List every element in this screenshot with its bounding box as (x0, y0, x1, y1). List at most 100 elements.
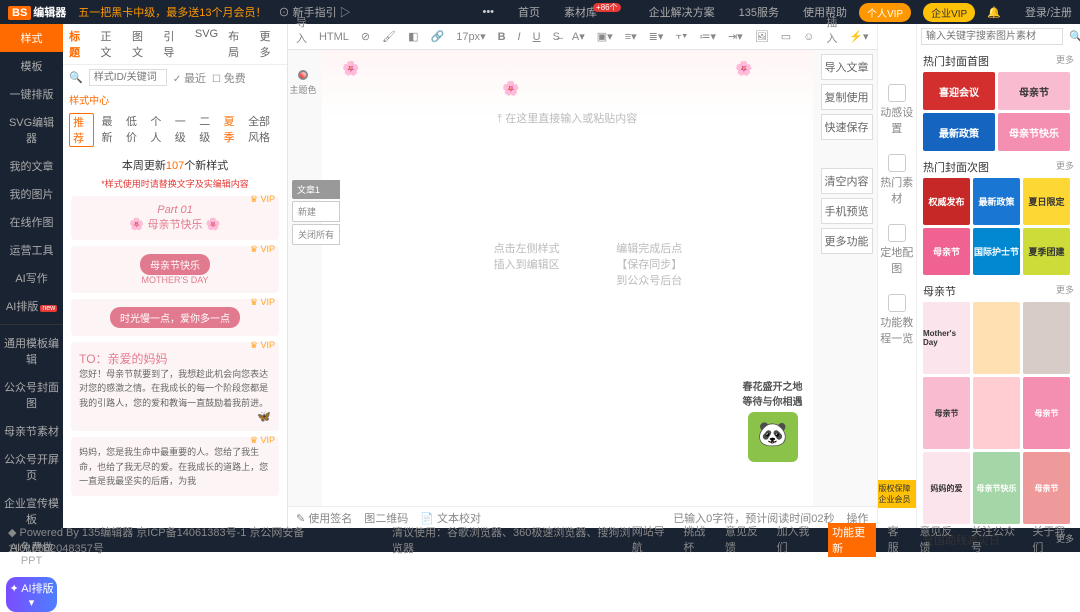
material-tile[interactable]: 母亲节快乐 (998, 113, 1070, 151)
action-import[interactable]: 导入文章 (821, 54, 873, 80)
bg-color-icon[interactable]: ▣▾ (595, 30, 615, 43)
action-copy[interactable]: 复制使用 (821, 84, 873, 110)
logo[interactable]: BS编辑器 (8, 4, 66, 20)
filter-all[interactable]: 全部风格 (248, 113, 281, 147)
nav-my-images[interactable]: 我的图片 (0, 180, 63, 208)
filter-l2[interactable]: 二级 (199, 113, 215, 147)
emoji-icon[interactable]: ☺ (801, 31, 816, 43)
nav-tools[interactable]: 运营工具 (0, 236, 63, 264)
material-tile[interactable]: 妈妈的爱 (923, 452, 970, 524)
promo-2[interactable]: ⊙ 新手指引 ▷ (279, 4, 351, 20)
link-icon[interactable]: 🔗 (429, 30, 447, 43)
tab-svg[interactable]: SVG (195, 28, 218, 60)
filter-cheap[interactable]: 低价 (126, 113, 142, 147)
rail-hot[interactable]: 热门素材 (878, 154, 916, 206)
more-link[interactable]: 更多 (1056, 53, 1074, 69)
eraser-icon[interactable]: ◧ (406, 30, 420, 43)
style-card-4[interactable]: ♛ VIP TO：亲爱的妈妈 您好！母亲节就要到了，我想趁此机会向您表达对您的感… (71, 342, 279, 431)
clear-format-icon[interactable]: ⊘ (359, 30, 372, 43)
rail-images[interactable]: 定地配图 (878, 224, 916, 276)
promo-1[interactable]: 五一把黑卡中级，最多送13个月会员！ (78, 4, 266, 20)
nav-service[interactable]: 135服务 (739, 4, 779, 20)
nav-template[interactable]: 模板 (0, 52, 63, 80)
material-tile[interactable] (973, 377, 1020, 449)
personal-vip-button[interactable]: 个人VIP (859, 3, 911, 22)
nav-online-draw[interactable]: 在线作图 (0, 208, 63, 236)
strike-icon[interactable]: S̶ (551, 31, 562, 43)
material-tile[interactable]: 最新政策 (923, 113, 995, 151)
more-link[interactable]: 更多 (1056, 283, 1074, 299)
nav-material[interactable]: 素材库+86个 (564, 4, 625, 20)
rail-effects[interactable]: 动感设置 (878, 84, 916, 136)
html-btn[interactable]: HTML (317, 31, 351, 43)
material-tile[interactable]: Mother's Day (923, 302, 970, 374)
filter-new[interactable]: 最新 (102, 113, 118, 147)
search-icon[interactable]: 🔍 (1063, 28, 1080, 45)
more-link[interactable]: 更多 (1056, 159, 1074, 175)
italic-icon[interactable]: I (516, 31, 523, 43)
nav-style[interactable]: 样式 (0, 24, 63, 52)
nav-svg-editor[interactable]: SVG编辑器 (0, 108, 63, 152)
action-preview[interactable]: 手机预览 (821, 198, 873, 224)
material-tile[interactable]: 母亲节快乐 (973, 452, 1020, 524)
bold-icon[interactable]: B (496, 31, 508, 43)
tab-body[interactable]: 正文 (101, 28, 122, 60)
nav-home[interactable]: 首页 (518, 4, 540, 20)
video-icon[interactable]: ▭ (779, 30, 793, 43)
material-tile[interactable]: 母亲节 (1023, 452, 1070, 524)
filter-personal[interactable]: 个人 (150, 113, 166, 147)
material-tile[interactable]: 国际护士节 (973, 228, 1020, 275)
tab-imgtext[interactable]: 图文 (132, 28, 153, 60)
material-tile[interactable]: 母亲节 (923, 228, 970, 275)
login-link[interactable]: 登录/注册 (1025, 4, 1072, 20)
action-more[interactable]: 更多功能 (821, 228, 873, 254)
nav-ai-write[interactable]: AI写作 (0, 264, 63, 292)
nav-b2[interactable]: 母亲节素材 (0, 417, 63, 445)
style-card-5[interactable]: ♛ VIP 妈妈，您是我生命中最重要的人。您给了我生命，也给了我无尽的爱。在我成… (71, 437, 279, 496)
font-color-icon[interactable]: A▾ (570, 30, 587, 43)
rail-vip-badge[interactable]: 版权保障企业会员 (878, 480, 916, 508)
free-check[interactable]: ☐ 免费 (212, 70, 246, 86)
nav-b0[interactable]: 通用模板编辑 (0, 329, 63, 373)
line-height-icon[interactable]: ≣▾ (647, 30, 666, 43)
tab-guide[interactable]: 引导 (163, 28, 184, 60)
nav-b1[interactable]: 公众号封面图 (0, 373, 63, 417)
filter-recommend[interactable]: 推荐 (69, 113, 93, 147)
action-save[interactable]: 快速保存 (821, 114, 873, 140)
doc-tab-1[interactable]: 文章1 (292, 180, 340, 199)
align-icon[interactable]: ≡▾ (623, 30, 639, 43)
indent-icon[interactable]: ⇥▾ (726, 30, 745, 43)
underline-icon[interactable]: U (531, 31, 543, 43)
nav-my-articles[interactable]: 我的文章 (0, 152, 63, 180)
material-tile[interactable] (973, 302, 1020, 374)
tab-layout[interactable]: 布局 (228, 28, 249, 60)
tab-more[interactable]: 更多 (260, 28, 281, 60)
material-search-input[interactable] (921, 28, 1063, 45)
rail-tutorial[interactable]: 功能教程一览 (878, 294, 916, 346)
enterprise-vip-button[interactable]: 企业VIP (923, 3, 975, 22)
material-tile[interactable]: 母亲节 (998, 72, 1070, 110)
brush-icon[interactable]: 🖌 (380, 30, 398, 43)
style-center-link[interactable]: 样式中心 (69, 92, 109, 107)
style-card-3[interactable]: ♛ VIP 时光慢一点，爱你多一点 (71, 299, 279, 336)
material-tile[interactable]: 夏季团建 (1023, 228, 1070, 275)
material-tile[interactable]: 最新政策 (973, 178, 1020, 225)
style-card-2[interactable]: ♛ VIP 母亲节快乐 MOTHER'S DAY (71, 246, 279, 293)
material-tile[interactable]: 夏日限定 (1023, 178, 1070, 225)
spacing-icon[interactable]: ⫟▾ (673, 30, 689, 43)
material-tile[interactable]: 喜迎会议 (923, 72, 995, 110)
material-tile[interactable]: 母亲节 (923, 377, 970, 449)
nav-ai-layout[interactable]: AI排版new (0, 292, 63, 320)
filter-summer[interactable]: 夏季 (224, 113, 240, 147)
nav-auto-layout[interactable]: 一键排版 (0, 80, 63, 108)
material-tile[interactable]: 权威发布 (923, 178, 970, 225)
style-card-1[interactable]: ♛ VIP Part 01 🌸 母亲节快乐 🌸 (71, 196, 279, 240)
panda-promo[interactable]: 春花盛开之地 等待与你相遇 (743, 378, 803, 466)
action-clear[interactable]: 清空内容 (821, 168, 873, 194)
style-search-input[interactable] (89, 69, 167, 86)
editor-canvas[interactable]: 🌸 🌸 🌸 文章1 新建 关闭所有 ⤒ 在这里直接输入或粘贴内容 点击左侧样式插… (322, 50, 813, 506)
list-icon[interactable]: ≔▾ (697, 30, 718, 43)
material-tile[interactable]: 母亲节 (1023, 377, 1070, 449)
recent-check[interactable]: ✓ 最近 (173, 70, 206, 86)
theme-color[interactable]: 主题色 (288, 50, 318, 506)
